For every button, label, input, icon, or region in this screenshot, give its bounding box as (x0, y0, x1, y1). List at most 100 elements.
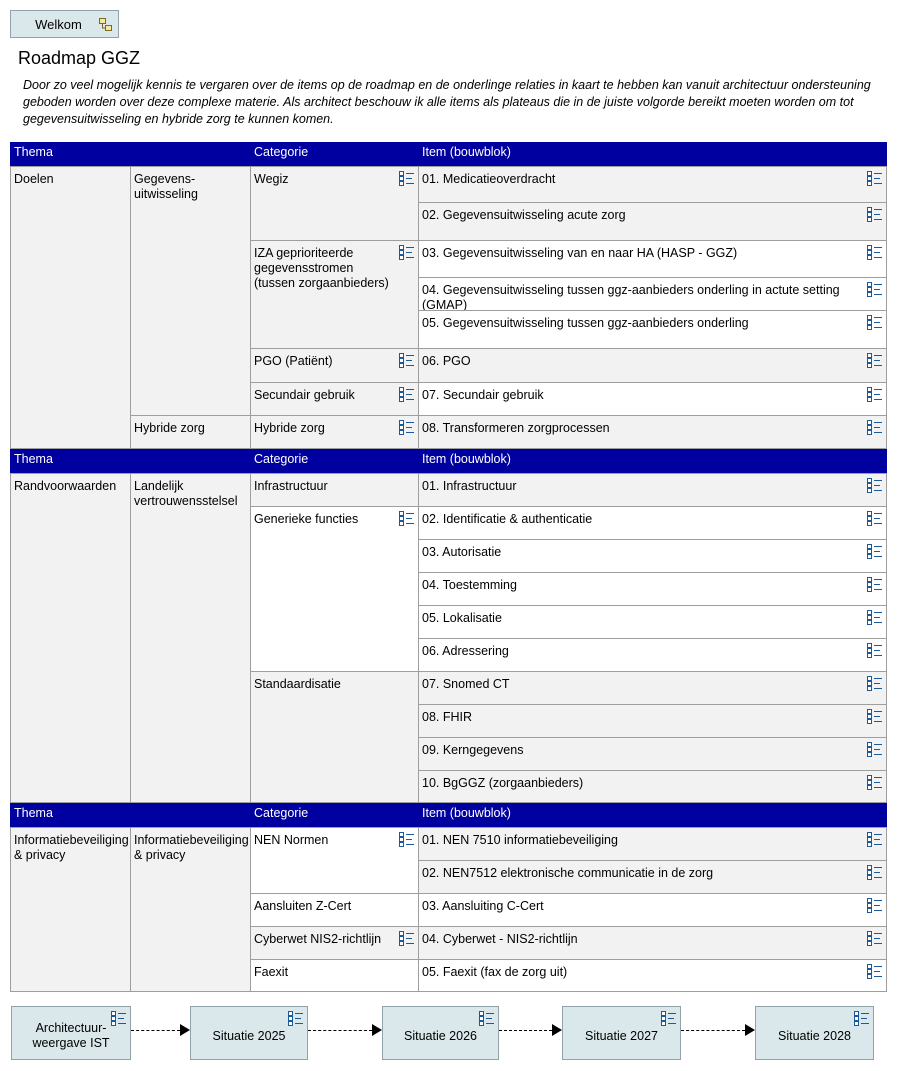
item-cell[interactable]: 03. Aansluiting C-Cert (418, 893, 887, 927)
list-view-icon[interactable] (867, 420, 883, 435)
list-view-icon[interactable] (867, 709, 883, 724)
list-view-icon[interactable] (111, 1011, 127, 1026)
list-view-icon[interactable] (867, 610, 883, 625)
item-cell[interactable]: 08. Transformeren zorgprocessen (418, 415, 887, 449)
category-cell[interactable]: Wegiz (250, 166, 419, 241)
list-view-icon[interactable] (867, 832, 883, 847)
list-view-icon[interactable] (867, 353, 883, 368)
list-view-icon[interactable] (399, 171, 415, 186)
item-cell-label: 01. Infrastructuur (422, 479, 517, 493)
item-cell-label: 05. Lokalisatie (422, 611, 502, 625)
item-cell-label: 03. Aansluiting C-Cert (422, 899, 544, 913)
category-cell[interactable]: PGO (Patiënt) (250, 348, 419, 383)
item-cell-label: 07. Secundair gebruik (422, 388, 544, 402)
header-thema: Thema (10, 142, 251, 166)
list-view-icon[interactable] (867, 387, 883, 402)
category-cell-label: Hybride zorg (254, 421, 325, 435)
list-view-icon[interactable] (399, 931, 415, 946)
list-view-icon[interactable] (867, 315, 883, 330)
category-cell[interactable]: IZA geprioriteerde gegevensstromen (tuss… (250, 240, 419, 349)
list-view-icon[interactable] (399, 353, 415, 368)
category-cell[interactable]: NEN Normen (250, 827, 419, 894)
item-cell[interactable]: 01. Medicatieoverdracht (418, 166, 887, 203)
item-cell[interactable]: 06. PGO (418, 348, 887, 383)
timeline-box-label: Situatie 2025 (212, 1028, 286, 1043)
item-cell[interactable]: 07. Secundair gebruik (418, 382, 887, 416)
list-view-icon[interactable] (479, 1011, 495, 1026)
list-view-icon[interactable] (867, 245, 883, 260)
category-cell: Faexit (250, 959, 419, 992)
item-cell-label: 05. Faexit (fax de zorg uit) (422, 965, 568, 979)
arrowhead-icon (552, 1024, 562, 1036)
item-cell[interactable]: 09. Kerngegevens (418, 737, 887, 771)
thema-cell: Doelen (10, 166, 131, 449)
item-cell[interactable]: 08. FHIR (418, 704, 887, 738)
category-cell: Aansluiten Z-Cert (250, 893, 419, 927)
list-view-icon[interactable] (867, 207, 883, 222)
item-cell[interactable]: 06. Adressering (418, 638, 887, 672)
list-view-icon[interactable] (867, 865, 883, 880)
item-cell[interactable]: 04. Cyberwet - NIS2-richtlijn (418, 926, 887, 960)
item-cell[interactable]: 05. Faexit (fax de zorg uit) (418, 959, 887, 992)
list-view-icon[interactable] (867, 676, 883, 691)
timeline-box-label: Situatie 2028 (778, 1028, 851, 1043)
item-cell[interactable]: 03. Gegevensuitwisseling van en naar HA … (418, 240, 887, 278)
list-view-icon[interactable] (867, 742, 883, 757)
category-cell: Standaardisatie (250, 671, 419, 803)
header-item: Item (bouwblok) (418, 142, 887, 166)
item-cell[interactable]: 01. Infrastructuur (418, 473, 887, 507)
category-cell[interactable]: Generieke functies (250, 506, 419, 672)
item-cell[interactable]: 02. NEN7512 elektronische communicatie i… (418, 860, 887, 894)
list-view-icon[interactable] (661, 1011, 677, 1026)
list-view-icon[interactable] (867, 171, 883, 186)
list-view-icon[interactable] (399, 511, 415, 526)
list-view-icon[interactable] (867, 282, 883, 297)
item-cell[interactable]: 10. BgGGZ (zorgaanbieders) (418, 770, 887, 803)
list-view-icon[interactable] (867, 577, 883, 592)
item-cell-label: 04. Cyberwet - NIS2-richtlijn (422, 932, 578, 946)
list-view-icon[interactable] (867, 478, 883, 493)
diagram-icon (99, 18, 112, 31)
item-cell[interactable]: 04. Gegevensuitwisseling tussen ggz-aanb… (418, 277, 887, 312)
list-view-icon[interactable] (867, 964, 883, 979)
item-cell[interactable]: 03. Autorisatie (418, 539, 887, 573)
subthema-cell-label: Gegevens- uitwisseling (134, 172, 198, 201)
list-view-icon[interactable] (399, 420, 415, 435)
item-cell[interactable]: 02. Identificatie & authenticatie (418, 506, 887, 540)
item-cell[interactable]: 02. Gegevensuitwisseling acute zorg (418, 202, 887, 241)
arrowhead-icon (180, 1024, 190, 1036)
thema-cell-label: Informatiebeveiliging & privacy (14, 833, 129, 862)
category-cell[interactable]: Secundair gebruik (250, 382, 419, 416)
list-view-icon[interactable] (867, 511, 883, 526)
list-view-icon[interactable] (854, 1011, 870, 1026)
category-cell[interactable]: Cyberwet NIS2-richtlijn (250, 926, 419, 960)
category-cell[interactable]: Hybride zorg (250, 415, 419, 449)
item-cell[interactable]: 05. Gegevensuitwisseling tussen ggz-aanb… (418, 310, 887, 349)
item-cell-label: 03. Gegevensuitwisseling van en naar HA … (422, 246, 738, 260)
welkom-button[interactable]: Welkom (10, 10, 119, 38)
item-cell[interactable]: 04. Toestemming (418, 572, 887, 606)
header-categorie: Categorie (250, 803, 419, 827)
thema-cell: Informatiebeveiliging & privacy (10, 827, 131, 992)
list-view-icon[interactable] (399, 387, 415, 402)
list-view-icon[interactable] (288, 1011, 304, 1026)
item-cell-label: 04. Gegevensuitwisseling tussen ggz-aanb… (422, 283, 840, 312)
timeline-connector (681, 1030, 745, 1031)
category-cell-label: Infrastructuur (254, 479, 328, 493)
item-cell[interactable]: 07. Snomed CT (418, 671, 887, 705)
subthema-cell: Landelijk vertrouwensstelsel (130, 473, 251, 803)
header-item: Item (bouwblok) (418, 803, 887, 827)
arrowhead-icon (372, 1024, 382, 1036)
list-view-icon[interactable] (867, 898, 883, 913)
item-cell[interactable]: 05. Lokalisatie (418, 605, 887, 639)
list-view-icon[interactable] (867, 775, 883, 790)
item-cell-label: 09. Kerngegevens (422, 743, 524, 757)
item-cell[interactable]: 01. NEN 7510 informatiebeveiliging (418, 827, 887, 861)
subthema-cell-label: Informatiebeveiliging & privacy (134, 833, 249, 862)
list-view-icon[interactable] (867, 643, 883, 658)
list-view-icon[interactable] (867, 544, 883, 559)
category-cell-label: IZA geprioriteerde gegevensstromen (tuss… (254, 246, 389, 290)
list-view-icon[interactable] (399, 245, 415, 260)
list-view-icon[interactable] (399, 832, 415, 847)
list-view-icon[interactable] (867, 931, 883, 946)
